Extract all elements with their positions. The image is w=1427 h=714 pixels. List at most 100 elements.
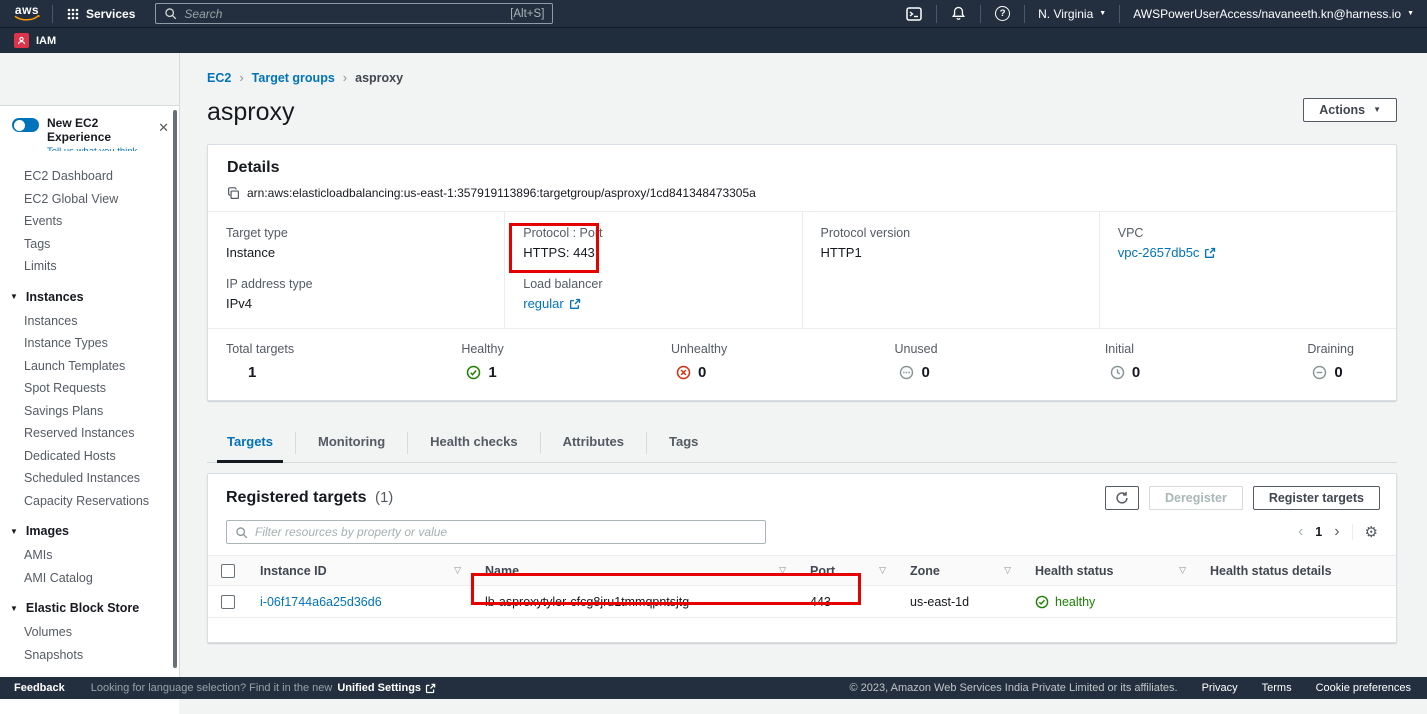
column-header-port[interactable]: Port ▽: [798, 564, 898, 578]
sidebar-item-ec2-dashboard[interactable]: EC2 Dashboard: [0, 165, 179, 188]
cloudshell-button[interactable]: [892, 0, 936, 27]
sidebar-section-instances[interactable]: ▼ Instances: [0, 278, 179, 310]
sidebar-item-amis[interactable]: AMIs: [0, 544, 179, 567]
sidebar-item-launch-templates[interactable]: Launch Templates: [0, 355, 179, 378]
new-experience-toggle[interactable]: [12, 118, 39, 132]
services-menu[interactable]: Services: [53, 7, 149, 21]
help-button[interactable]: ?: [981, 0, 1024, 27]
unified-settings-link[interactable]: Unified Settings: [337, 682, 436, 694]
protocol-version-value: HTTP1: [821, 244, 1081, 261]
sidebar-item-dedicated-hosts[interactable]: Dedicated Hosts: [0, 445, 179, 468]
iam-label: IAM: [36, 35, 56, 47]
caret-down-icon: ▼: [10, 292, 18, 301]
tab-attributes[interactable]: Attributes: [561, 426, 626, 462]
search-shortcut: [Alt+S]: [510, 8, 544, 20]
global-search[interactable]: [Alt+S]: [155, 3, 553, 24]
filter-input[interactable]: [255, 525, 757, 539]
bell-icon: [951, 6, 966, 21]
cloudshell-terminal-icon: [906, 7, 922, 21]
sidebar-item-limits[interactable]: Limits: [0, 255, 179, 278]
cookie-preferences-link[interactable]: Cookie preferences: [1316, 682, 1411, 694]
column-header-health-status[interactable]: Health status ▽: [1023, 564, 1198, 578]
copy-icon[interactable]: [227, 187, 240, 200]
services-label: Services: [86, 7, 135, 21]
sort-icon[interactable]: ▽: [454, 565, 461, 576]
favorite-iam[interactable]: IAM: [0, 33, 70, 48]
table-bottom-padding: [208, 618, 1396, 642]
gear-icon[interactable]: ⚙: [1365, 525, 1378, 540]
actions-button[interactable]: Actions ▼: [1303, 98, 1397, 122]
help-icon: ?: [995, 6, 1010, 21]
breadcrumb-ec2[interactable]: EC2: [207, 71, 231, 85]
sidebar-item-volumes[interactable]: Volumes: [0, 621, 179, 644]
row-checkbox[interactable]: [221, 595, 235, 609]
notifications-button[interactable]: [937, 0, 980, 27]
breadcrumb-current: asproxy: [355, 71, 403, 85]
sort-icon[interactable]: ▽: [1179, 565, 1186, 576]
sidebar-item-instances[interactable]: Instances: [0, 310, 179, 333]
instance-id-link[interactable]: i-06f1744a6a25d36d6: [260, 595, 382, 609]
sidebar-scrollbar[interactable]: [173, 110, 177, 668]
sidebar-section-elastic-block-store[interactable]: ▼ Elastic Block Store: [0, 589, 179, 621]
sort-icon[interactable]: ▽: [1004, 565, 1011, 576]
register-targets-button[interactable]: Register targets: [1253, 486, 1380, 510]
column-header-name[interactable]: Name ▽: [473, 564, 798, 578]
tab-monitoring[interactable]: Monitoring: [316, 426, 387, 462]
minus-circle-icon: [1312, 365, 1327, 380]
footer: Feedback Looking for language selection?…: [0, 677, 1427, 699]
column-header-instance-id[interactable]: Instance ID ▽: [248, 564, 473, 578]
sidebar-item-reserved-instances[interactable]: Reserved Instances: [0, 422, 179, 445]
vpc-link[interactable]: vpc-2657db5c: [1118, 244, 1217, 261]
aws-logo-text: aws: [15, 5, 39, 15]
sidebar-item-ec2-global-view[interactable]: EC2 Global View: [0, 188, 179, 211]
search-input[interactable]: [184, 7, 503, 21]
sidebar-item-tags[interactable]: Tags: [0, 233, 179, 256]
pager-divider: [1352, 524, 1353, 540]
column-header-zone[interactable]: Zone ▽: [898, 564, 1023, 578]
sidebar-item-instance-types[interactable]: Instance Types: [0, 332, 179, 355]
page-number[interactable]: 1: [1315, 525, 1322, 539]
check-circle-icon: [466, 365, 481, 380]
target-type-value: Instance: [226, 244, 486, 261]
details-column-3: Protocol version HTTP1: [802, 212, 1099, 328]
tab-health-checks[interactable]: Health checks: [428, 426, 519, 462]
sidebar-item-capacity-reservations[interactable]: Capacity Reservations: [0, 490, 179, 513]
terms-link[interactable]: Terms: [1262, 682, 1292, 694]
sidebar-section-images[interactable]: ▼ Images: [0, 512, 179, 544]
tab-tags[interactable]: Tags: [667, 426, 700, 462]
region-selector[interactable]: N. Virginia ▼: [1025, 0, 1119, 27]
aws-smile-icon: [14, 15, 40, 22]
next-page-icon[interactable]: ›: [1334, 524, 1339, 540]
field-label: IP address type: [226, 276, 486, 293]
sidebar-item-ami-catalog[interactable]: AMI Catalog: [0, 567, 179, 590]
deregister-button[interactable]: Deregister: [1149, 486, 1243, 510]
sort-icon[interactable]: ▽: [879, 565, 886, 576]
refresh-button[interactable]: [1105, 486, 1139, 510]
aws-logo[interactable]: aws: [14, 5, 40, 22]
chevron-right-icon: ›: [343, 70, 347, 85]
refresh-icon: [1115, 491, 1129, 505]
field-label: Target type: [226, 225, 486, 242]
sidebar-item-savings-plans[interactable]: Savings Plans: [0, 400, 179, 423]
load-balancer-link[interactable]: regular: [523, 295, 580, 312]
ip-address-type-value: IPv4: [226, 295, 486, 312]
close-icon[interactable]: ✕: [158, 120, 169, 136]
sidebar-item-snapshots[interactable]: Snapshots: [0, 644, 179, 667]
sidebar-item-spot-requests[interactable]: Spot Requests: [0, 377, 179, 400]
sort-icon[interactable]: ▽: [779, 565, 786, 576]
tab-targets[interactable]: Targets: [225, 426, 275, 462]
sidebar-item-scheduled-instances[interactable]: Scheduled Instances: [0, 467, 179, 490]
select-all-checkbox[interactable]: [221, 564, 235, 578]
external-link-icon: [569, 298, 581, 310]
tab-divider: [295, 432, 296, 454]
filter-input-wrapper: [226, 520, 766, 544]
account-menu[interactable]: AWSPowerUserAccess/navaneeth.kn@harness.…: [1120, 0, 1427, 27]
privacy-link[interactable]: Privacy: [1202, 682, 1238, 694]
previous-page-icon[interactable]: ‹: [1298, 524, 1303, 540]
tab-divider: [646, 432, 647, 454]
new-experience-title: New EC2 Experience: [47, 116, 154, 144]
feedback-link[interactable]: Feedback: [0, 682, 91, 694]
field-label: Protocol : Port: [523, 225, 783, 242]
sidebar-item-events[interactable]: Events: [0, 210, 179, 233]
breadcrumb-target-groups[interactable]: Target groups: [252, 71, 335, 85]
